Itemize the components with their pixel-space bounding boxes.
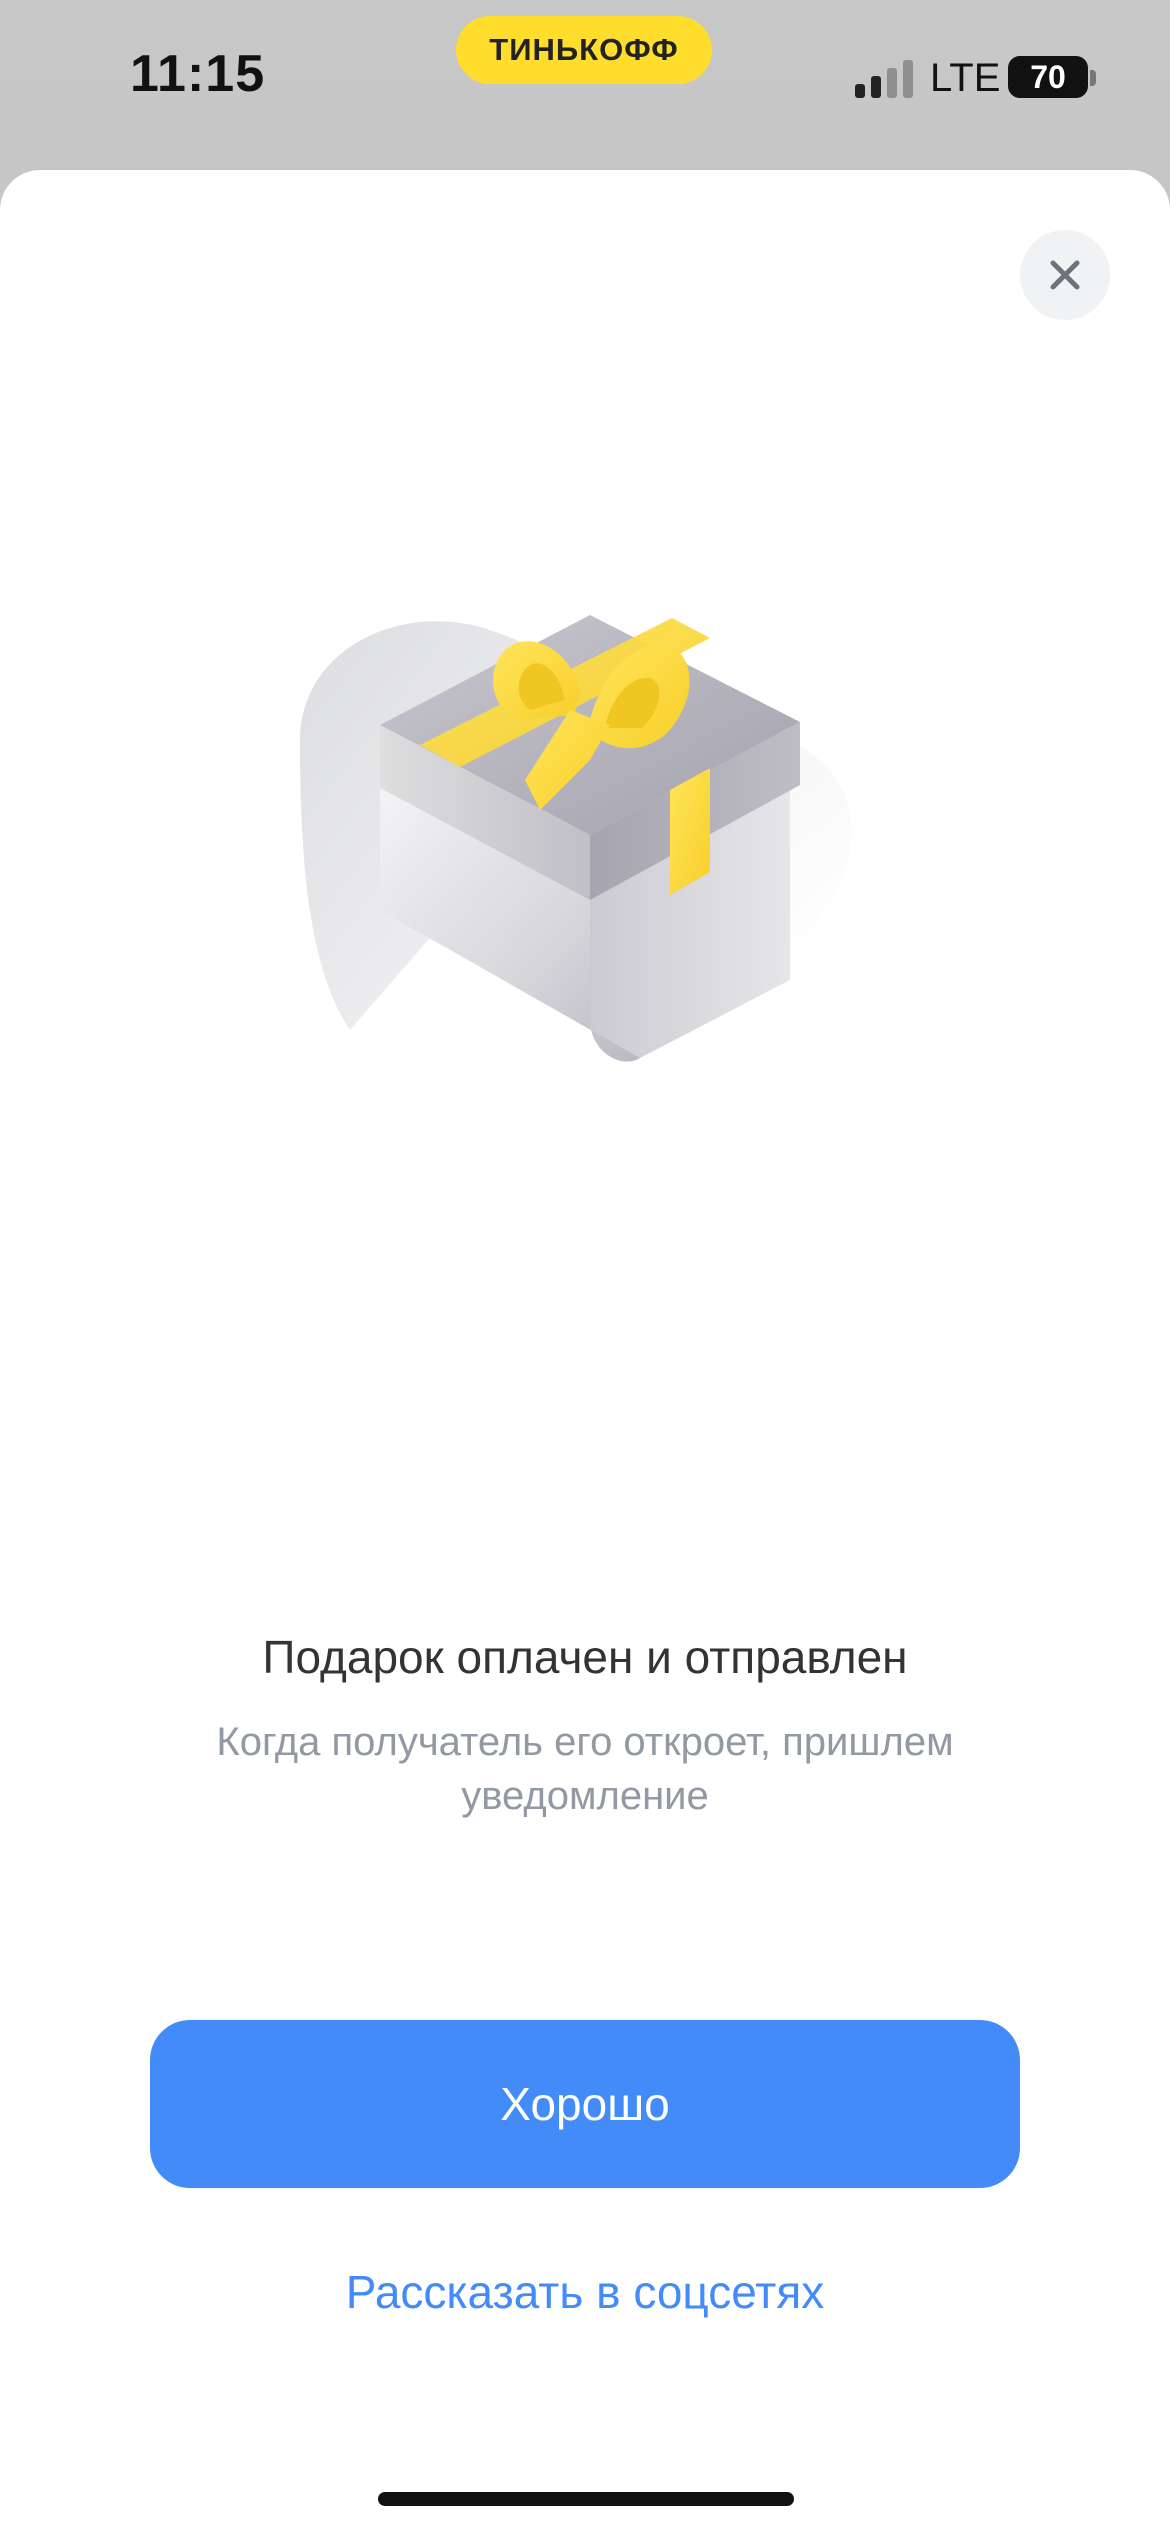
network-type: LTE <box>930 56 1001 100</box>
close-button[interactable] <box>1020 230 1110 320</box>
dialog-title: Подарок оплачен и отправлен <box>262 1631 908 1683</box>
battery-icon: 70 <box>1008 56 1088 98</box>
battery-level: 70 <box>1030 58 1066 95</box>
home-indicator[interactable] <box>378 2492 794 2506</box>
ok-button[interactable]: Хорошо <box>150 2020 1020 2188</box>
close-icon <box>1050 260 1080 290</box>
battery-cap <box>1090 70 1096 86</box>
status-time: 11:15 <box>130 45 266 103</box>
signal-icon <box>855 58 913 98</box>
status-bar: 11:15 ТИНЬКОФФ LTE 70 <box>0 0 1170 160</box>
gift-sent-sheet: Подарок оплачен и отправлен Когда получа… <box>0 170 1170 2532</box>
brand-badge: ТИНЬКОФФ <box>456 16 712 84</box>
share-social-link[interactable]: Рассказать в соцсетях <box>0 2265 1170 2319</box>
dialog-subtitle: Когда получатель его откроет, пришлем ув… <box>216 1720 954 1818</box>
screen: 11:15 ТИНЬКОФФ LTE 70 Подарок оплачен и … <box>0 0 1170 2532</box>
gift-box-icon <box>300 615 852 1062</box>
